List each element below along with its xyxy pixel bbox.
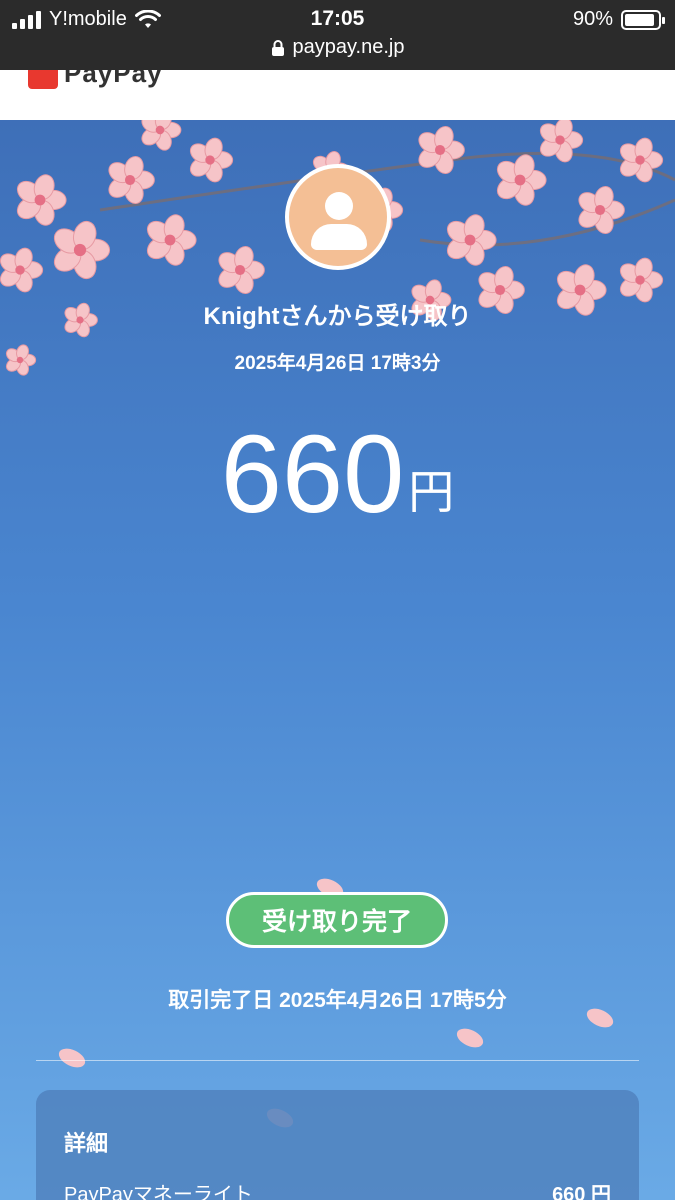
completed-label: 取引完了日 bbox=[168, 989, 274, 1012]
battery-percent: 90% bbox=[572, 8, 613, 30]
amount-display: 660 円 bbox=[0, 420, 675, 530]
blossom-shape bbox=[108, 155, 155, 205]
blossom-shape bbox=[539, 120, 584, 163]
blossom-shape bbox=[496, 154, 547, 206]
cherry-blossom-decoration bbox=[0, 120, 675, 1128]
blossom-shape bbox=[218, 245, 265, 295]
battery-icon bbox=[621, 9, 665, 30]
blossom-shape bbox=[418, 125, 465, 175]
battery-status: 90% bbox=[572, 8, 665, 31]
falling-petal-shape bbox=[456, 1028, 484, 1048]
blossom-shape bbox=[189, 137, 234, 183]
details-row: PayPayマネーライト 660 円 bbox=[64, 1178, 611, 1200]
paypay-logo-icon bbox=[28, 70, 58, 89]
blossom-shape bbox=[141, 120, 182, 151]
completed-date: 取引完了日 2025年4月26日 17時5分 bbox=[0, 984, 675, 1014]
url-text: paypay.ne.jp bbox=[292, 36, 405, 58]
blossom-shape bbox=[446, 214, 497, 266]
blossom-shape bbox=[578, 185, 625, 235]
status-bar: Y!mobile 17:05 90% paypay.ne.jp bbox=[0, 0, 675, 70]
sent-datetime: 2025年4月26日 17時3分 bbox=[234, 353, 441, 374]
app-header: PayPay bbox=[0, 70, 675, 120]
amount-currency: 円 bbox=[408, 466, 455, 518]
blossom-shape bbox=[146, 214, 197, 266]
url-bar[interactable]: paypay.ne.jp bbox=[0, 36, 675, 59]
transfer-title: Knightさんから受け取り bbox=[203, 303, 472, 330]
falling-petal-shape bbox=[58, 1048, 86, 1068]
completed-datetime: 2025年4月26日 17時5分 bbox=[279, 989, 507, 1012]
blossom-shape bbox=[53, 220, 111, 280]
blossom-shape bbox=[0, 247, 44, 293]
user-avatar-icon bbox=[325, 192, 353, 220]
details-card: 詳細 PayPayマネーライト 660 円 bbox=[36, 1090, 639, 1200]
details-title: 詳細 bbox=[64, 1131, 109, 1156]
receipt-panel: Knightさんから受け取り 2025年4月26日 17時3分 660 円 受け… bbox=[0, 120, 675, 1200]
sender-avatar bbox=[285, 164, 391, 270]
divider bbox=[36, 1060, 639, 1061]
status-badge: 受け取り完了 bbox=[226, 892, 448, 948]
brand-name: PayPay bbox=[64, 70, 163, 88]
amount-value: 660 bbox=[220, 413, 405, 536]
details-row-label: PayPayマネーライト bbox=[64, 1184, 253, 1200]
blossom-shape bbox=[16, 174, 67, 226]
lock-icon bbox=[271, 39, 284, 56]
paypay-logo[interactable]: PayPay bbox=[28, 70, 163, 89]
details-row-value: 660 円 bbox=[552, 1184, 611, 1200]
